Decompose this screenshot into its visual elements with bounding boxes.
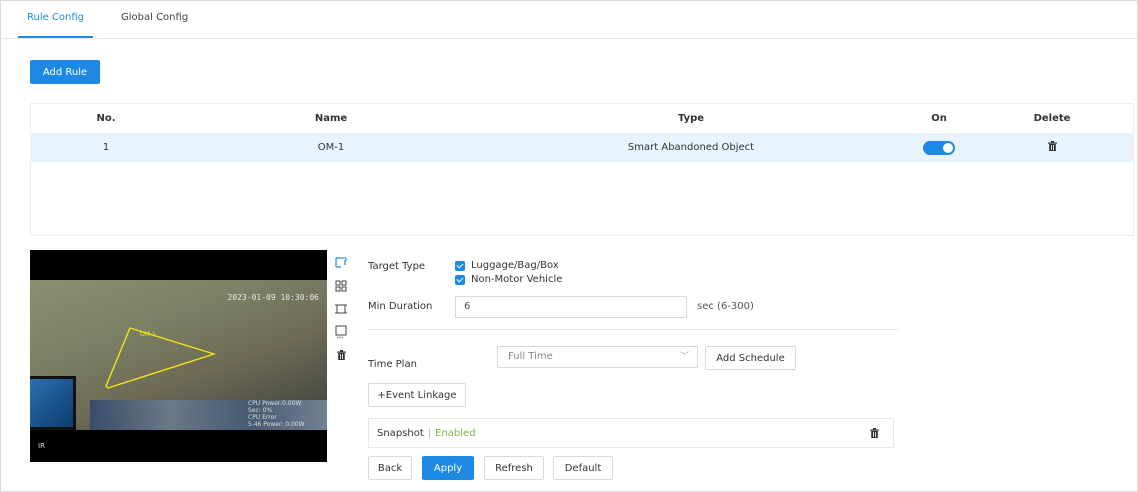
- target-filter-icon[interactable]: [334, 302, 348, 316]
- tab-bar: Rule Config Global Config: [18, 0, 211, 38]
- checkbox-non-motor-label: Non-Motor Vehicle: [471, 274, 563, 285]
- min-duration-unit: sec (6-300): [697, 301, 754, 312]
- section-divider: [368, 329, 898, 330]
- tab-global-config[interactable]: Global Config: [121, 0, 211, 38]
- time-plan-select[interactable]: Full Time ﹀: [497, 346, 698, 368]
- checkbox-non-motor[interactable]: [455, 274, 465, 285]
- tab-rule-config[interactable]: Rule Config: [18, 0, 93, 38]
- checkbox-luggage[interactable]: [455, 260, 465, 271]
- max-size-icon[interactable]: MAX: [334, 325, 348, 339]
- add-schedule-button[interactable]: Add Schedule: [705, 346, 796, 370]
- table-row[interactable]: 1 OM-1 Smart Abandoned Object: [31, 133, 1133, 162]
- row-on-cell: [901, 140, 977, 155]
- chevron-down-icon: ﹀: [679, 352, 689, 362]
- osd-text: CPU Power:0.00W Sec: 0% CPU Error 5.46 P…: [248, 400, 305, 428]
- osd-line: Sec: 0%: [248, 407, 273, 414]
- tab-divider: [0, 38, 1138, 39]
- header-on: On: [931, 113, 947, 124]
- header-name: Name: [314, 113, 348, 124]
- region-label: OM-1: [140, 331, 156, 338]
- detection-area-icon[interactable]: [334, 279, 348, 293]
- corner-label: IR: [38, 442, 45, 450]
- rule-region-polygon[interactable]: [105, 327, 217, 389]
- svg-text:MAX: MAX: [337, 336, 344, 340]
- time-plan-label: Time Plan: [368, 359, 417, 370]
- target-type-label: Target Type: [368, 261, 426, 272]
- apply-button[interactable]: Apply: [422, 456, 474, 480]
- time-plan-value: Full Time: [508, 351, 553, 362]
- min-duration-label: Min Duration: [368, 301, 433, 312]
- refresh-button[interactable]: Refresh: [484, 456, 544, 480]
- row-delete-cell: [977, 141, 1127, 154]
- event-linkage-button[interactable]: +Event Linkage: [368, 383, 466, 407]
- osd-line: 5.46 Power: 0.00W: [248, 421, 305, 428]
- snapshot-status: Enabled: [435, 427, 476, 439]
- video-toolbar: MAX: [333, 256, 349, 371]
- table-header: No. Name Type On Delete: [31, 104, 1133, 133]
- rule-table: No. Name Type On Delete 1 OM-1 Smart Aba…: [30, 103, 1134, 236]
- osd-line: CPU Error: [248, 414, 277, 421]
- osd-line: CPU Power:0.00W: [248, 400, 302, 407]
- rule-region-overlay: OM-1 IR: [38, 327, 217, 450]
- back-button[interactable]: Back: [368, 456, 412, 480]
- row-type: Smart Abandoned Object: [627, 142, 755, 153]
- trash-icon[interactable]: [870, 428, 879, 441]
- snapshot-label: Snapshot: [377, 427, 424, 439]
- trash-icon[interactable]: [334, 348, 348, 362]
- target-option-luggage[interactable]: Luggage/Bag/Box: [455, 260, 559, 271]
- target-option-non-motor[interactable]: Non-Motor Vehicle: [455, 274, 562, 285]
- live-video-preview[interactable]: 2023-01-09 10:30:06 OM-1 IR CPU Power:0.…: [30, 250, 327, 462]
- trash-icon[interactable]: [1047, 141, 1057, 154]
- rule-enable-toggle[interactable]: [923, 140, 955, 155]
- checkbox-luggage-label: Luggage/Bag/Box: [471, 260, 559, 271]
- default-button[interactable]: Default: [553, 456, 613, 480]
- row-no: 1: [102, 142, 110, 153]
- snapshot-panel[interactable]: Snapshot | Enabled: [368, 418, 894, 448]
- add-rule-button[interactable]: Add Rule: [30, 60, 100, 84]
- row-name: OM-1: [317, 142, 345, 153]
- draw-rule-icon[interactable]: [334, 256, 348, 270]
- header-type: Type: [677, 113, 705, 124]
- header-delete: Delete: [1033, 113, 1071, 124]
- min-duration-input[interactable]: 6: [455, 296, 687, 318]
- snapshot-separator: |: [427, 427, 432, 439]
- header-no: No.: [96, 113, 116, 124]
